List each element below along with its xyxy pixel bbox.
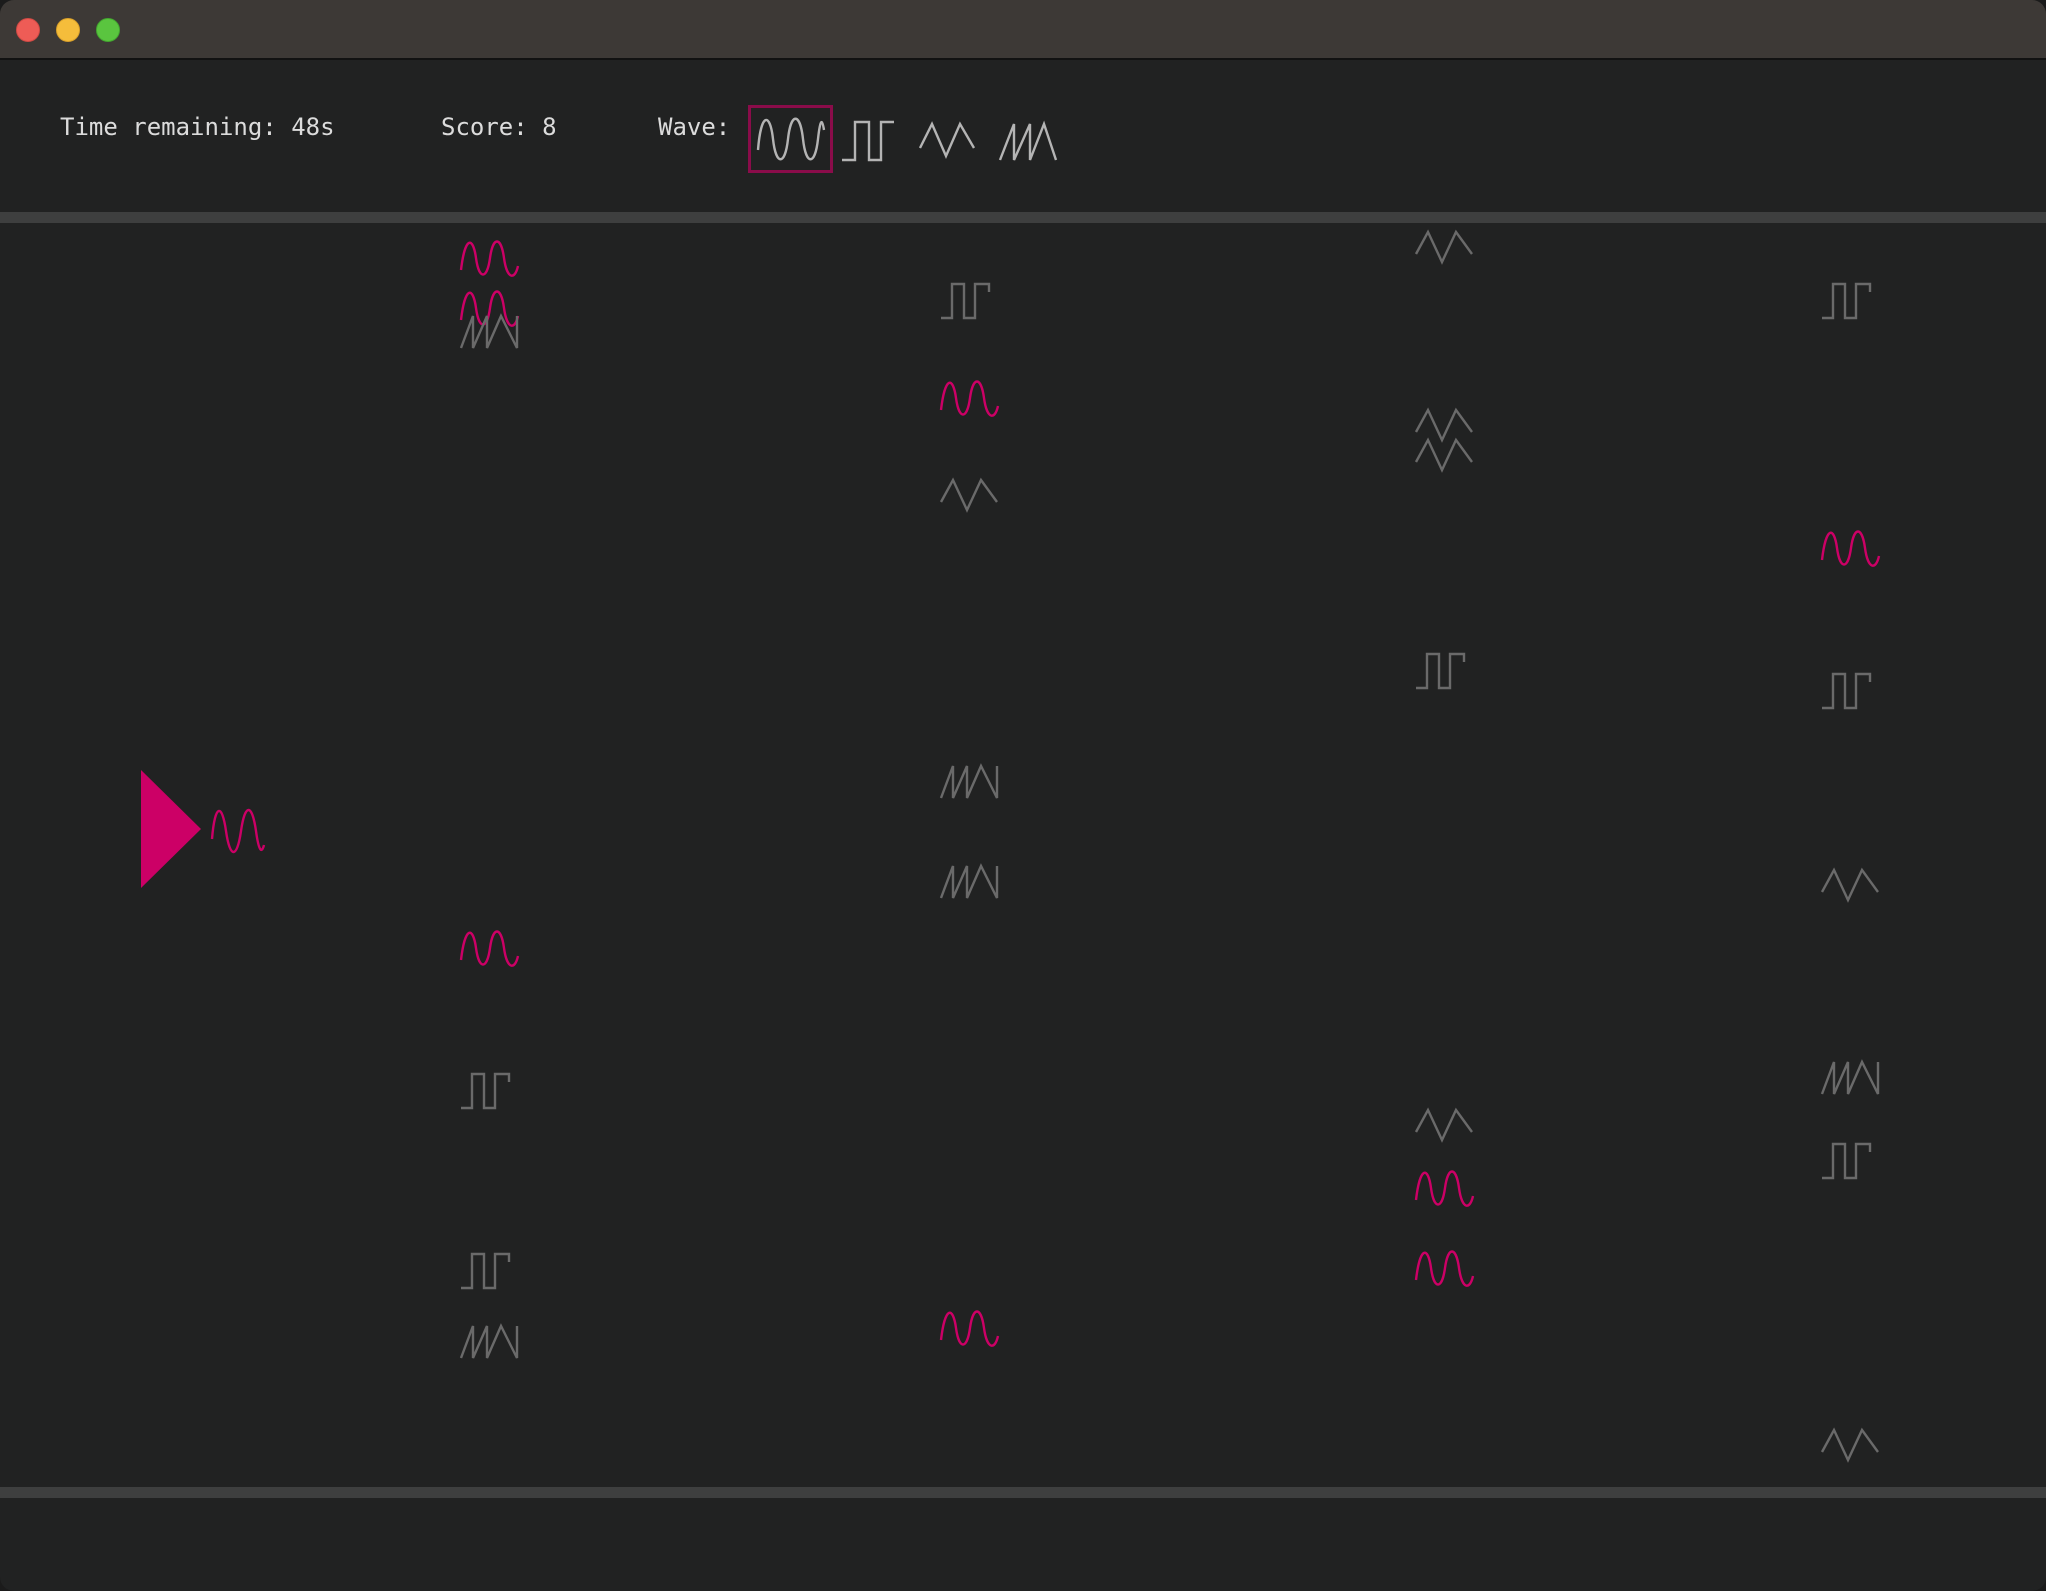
wave-option-triangle[interactable] [916, 108, 982, 170]
square-wave-obstacle-icon [461, 1072, 511, 1110]
triangle-wave-obstacle-icon [939, 477, 998, 513]
sawtooth-wave-obstacle-icon [459, 313, 519, 349]
sine-wave-obstacle-icon [1414, 1170, 1475, 1207]
sine-wave-obstacle-icon [459, 930, 520, 967]
square-wave-obstacle-icon [1416, 652, 1466, 690]
sine-wave-obstacle-icon [939, 380, 1000, 417]
sine-wave-obstacle-icon [939, 1310, 1000, 1347]
close-window-button[interactable] [16, 18, 40, 42]
time-remaining-label: Time remaining: 48s [60, 113, 335, 141]
square-wave-obstacle-icon [1822, 672, 1872, 710]
sine-wave-obstacle-icon [459, 240, 520, 277]
triangle-wave-obstacle-icon [1414, 1107, 1473, 1143]
sawtooth-wave-icon [998, 120, 1058, 161]
square-wave-obstacle-icon [1822, 1142, 1872, 1180]
wave-label: Wave: [658, 113, 731, 141]
sine-wave-icon [756, 117, 826, 161]
field-bottom-boundary [0, 1487, 2046, 1498]
player-sine-wave-icon [210, 808, 266, 854]
field-top-boundary [0, 212, 2046, 223]
sawtooth-wave-obstacle-icon [1820, 1059, 1880, 1095]
triangle-wave-obstacle-icon [1820, 1427, 1879, 1463]
triangle-wave-obstacle-icon [1414, 437, 1473, 473]
player-ship[interactable] [140, 769, 300, 893]
square-wave-icon [842, 120, 894, 162]
hud-bar: Time remaining: 48s Score: 8 Wave: [0, 60, 2046, 210]
game-window: Time remaining: 48s Score: 8 Wave: [0, 0, 2046, 1591]
wave-option-square[interactable] [838, 108, 904, 170]
square-wave-obstacle-icon [941, 282, 991, 320]
square-wave-obstacle-icon [461, 1252, 511, 1290]
triangle-wave-icon [918, 121, 976, 159]
sine-wave-obstacle-icon [1414, 1250, 1475, 1287]
wave-option-sine[interactable] [748, 105, 833, 173]
title-bar [0, 0, 2046, 60]
maximize-window-button[interactable] [96, 18, 120, 42]
triangle-wave-obstacle-icon [1820, 867, 1879, 903]
score-label: Score: 8 [441, 113, 557, 141]
sawtooth-wave-obstacle-icon [459, 1323, 519, 1359]
game-field [0, 224, 2046, 1487]
sawtooth-wave-obstacle-icon [939, 763, 999, 799]
play-triangle-icon [141, 770, 266, 888]
wave-option-sawtooth[interactable] [996, 108, 1062, 170]
triangle-wave-obstacle-icon [1414, 229, 1473, 265]
minimize-window-button[interactable] [56, 18, 80, 42]
square-wave-obstacle-icon [1822, 282, 1872, 320]
sawtooth-wave-obstacle-icon [939, 863, 999, 899]
sine-wave-obstacle-icon [1820, 530, 1881, 567]
